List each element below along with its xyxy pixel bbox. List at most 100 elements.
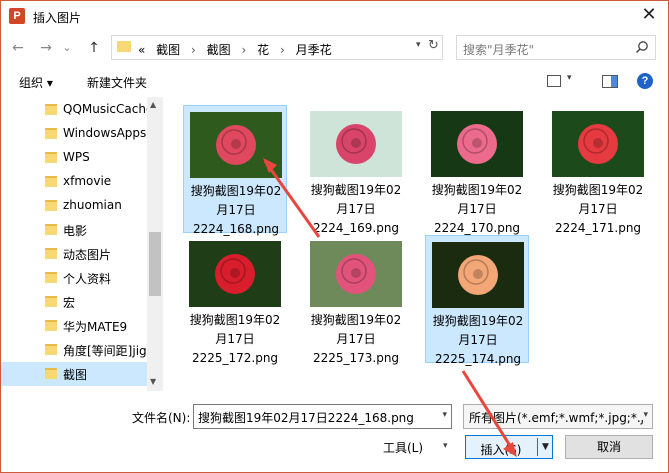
organize-button[interactable]: 组织 ▾ [19,74,53,91]
folder-icon [45,128,57,139]
file-name: 搜狗截图19年02 月17日 2224_171.png [546,181,650,238]
search-icon[interactable] [635,40,649,54]
breadcrumb-item[interactable]: 月季花 [296,43,332,57]
sidebar-item-label: 华为MATE9 [63,320,128,334]
sidebar-item-label: 动态图片 [63,248,112,262]
chevron-down-icon[interactable]: ▾ [641,410,648,420]
file-name-line: 月17日 [457,202,497,216]
search-input[interactable]: 搜索"月季花" [456,35,656,60]
folder-icon [45,224,57,235]
chevron-down-icon[interactable]: ▾ [442,410,447,420]
file-name-line: 月17日 [336,202,376,216]
file-name-line: 月17日 [336,332,376,346]
breadcrumb-overflow[interactable]: « [138,43,145,57]
change-view-icon[interactable] [547,75,561,87]
breadcrumb: « 截图 › 截图 › 花 › 月季花 [138,41,339,58]
file-type-select[interactable]: 所有图片(*.emf;*.wmf;*.jpg;*.j ▾ [463,404,653,429]
sidebar-item[interactable]: 动态图片 [1,242,147,266]
file-item[interactable]: 搜狗截图19年02 月17日 2224_168.png [183,105,287,236]
new-folder-button[interactable]: 新建文件夹 [87,74,147,91]
cancel-button[interactable]: 取消 [565,435,653,459]
address-bar[interactable]: « 截图 › 截图 › 花 › 月季花 ▾ ↻ [111,35,443,60]
file-name-line: 搜狗截图19年02 [552,183,644,197]
navigation-pane: QQMusicCache WindowsApps WPS xfmovie zhuomia… [1,97,163,391]
recent-locations-icon[interactable]: ⌄ [61,38,73,58]
refresh-icon[interactable]: ↻ [428,38,444,53]
file-item[interactable]: 搜狗截图19年02 月17日 2225_172.png [183,235,287,365]
file-name: 搜狗截图19年02 月17日 2224_169.png [304,181,408,238]
file-item[interactable]: 搜狗截图19年02 月17日 2225_174.png [425,235,529,366]
image-thumbnail [432,242,524,308]
file-name: 搜狗截图19年02 月17日 2224_168.png [184,182,288,239]
split-divider [537,438,538,456]
filename-label: 文件名(N): [132,411,191,425]
sidebar-item[interactable]: xfmovie [1,170,147,194]
file-type-value: 所有图片(*.emf;*.wmf;*.jpg;*.j [469,411,644,425]
chevron-down-icon[interactable]: ▾ [443,441,448,451]
file-name-line: 月17日 [458,333,498,347]
image-thumbnail [189,241,281,307]
scroll-down-icon[interactable]: ▼ [150,377,156,386]
image-thumbnail [310,111,402,177]
sidebar-item[interactable]: WindowsApps [1,122,147,146]
image-thumbnail [431,111,523,177]
sidebar-item[interactable]: 角度[等间距]jig [1,338,147,362]
command-bar: 组织 ▾ 新建文件夹 ▾ ? [1,69,668,95]
folder-icon [45,200,57,211]
up-arrow-icon[interactable]: ↑ [85,38,103,58]
file-item[interactable]: 搜狗截图19年02 月17日 2224_170.png [425,105,529,235]
file-list: 搜狗截图19年02 月17日 2224_168.png 搜狗截图19年02 月1… [173,97,667,391]
file-name-line: 2225_172.png [191,351,279,365]
image-thumbnail [310,241,402,307]
sidebar-item[interactable]: 电影 [1,218,147,242]
chevron-down-icon[interactable]: ▾ [567,73,572,83]
folder-icon [45,248,57,259]
breadcrumb-separator-icon[interactable]: › [191,43,196,57]
file-item[interactable]: 搜狗截图19年02 月17日 2224_169.png [304,105,408,235]
sidebar-item[interactable]: 华为MATE9 [1,314,147,338]
search-placeholder: 搜索"月季花" [463,43,535,57]
breadcrumb-item[interactable]: 截图 [207,43,231,57]
breadcrumb-item[interactable]: 花 [257,43,269,57]
scrollbar-thumb[interactable] [149,232,161,296]
filename-value: 搜狗截图19年02月17日2224_168.png [198,411,414,425]
sidebar-item[interactable]: 宏 [1,290,147,314]
close-icon[interactable]: ✕ [638,5,660,27]
back-arrow-icon[interactable]: ← [9,38,27,58]
sidebar-item[interactable]: 截图 [1,362,147,386]
dialog-title: 插入图片 [33,11,82,25]
chevron-down-icon[interactable]: ▼ [542,442,549,452]
insert-button[interactable]: 插入(S) ▼ [465,435,553,459]
file-name: 搜狗截图19年02 月17日 2225_174.png [426,312,530,369]
sidebar-item[interactable]: QQMusicCache [1,98,147,122]
file-name-line: 搜狗截图19年02 [431,183,523,197]
sidebar-item[interactable]: WPS [1,146,147,170]
sidebar-item[interactable]: zhuomian [1,194,147,218]
image-thumbnail [552,111,644,177]
file-name-line: 月17日 [215,332,255,346]
forward-arrow-icon[interactable]: → [37,38,55,58]
sidebar-item-label: WindowsApps [63,126,147,140]
tools-button[interactable]: 工具(L) [383,439,423,456]
file-item[interactable]: 搜狗截图19年02 月17日 2224_171.png [546,105,650,235]
help-icon[interactable]: ? [637,73,653,89]
file-name-line: 月17日 [578,202,618,216]
file-name-line: 2225_174.png [434,352,522,366]
sidebar-item-label: 个人资料 [63,272,112,286]
chevron-down-icon[interactable]: ▾ [416,40,428,50]
breadcrumb-separator-icon[interactable]: › [280,43,285,57]
breadcrumb-separator-icon[interactable]: › [242,43,247,57]
folder-icon [45,344,57,355]
filename-field[interactable]: 搜狗截图19年02月17日2224_168.png ▾ [193,404,452,429]
breadcrumb-item[interactable]: 截图 [156,43,180,57]
file-name-line: 搜狗截图19年02 [310,183,402,197]
scroll-up-icon[interactable]: ▲ [150,100,156,109]
powerpoint-icon: P [9,8,25,24]
insert-label: 插入(S) [480,443,522,457]
preview-pane-icon[interactable] [602,75,618,88]
sidebar-item[interactable]: 个人资料 [1,266,147,290]
file-name-line: 2224_171.png [554,221,642,235]
nav-scrollbar[interactable]: ▲ ▼ [147,97,163,391]
file-item[interactable]: 搜狗截图19年02 月17日 2225_173.png [304,235,408,365]
file-name-line: 月17日 [216,203,256,217]
